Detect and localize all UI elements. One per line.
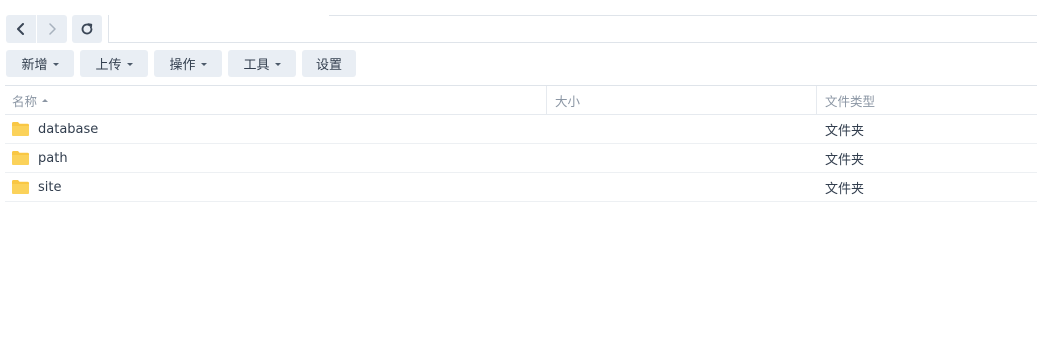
folder-icon: [12, 122, 29, 136]
row-type-cell: 文件夹: [825, 123, 865, 139]
folder-icon: [12, 180, 29, 194]
action-button[interactable]: 操作: [154, 50, 222, 77]
path-bar-mask: [109, 14, 329, 16]
row-name-label: site: [38, 179, 62, 195]
column-header-size-label: 大小: [555, 93, 581, 109]
column-header-name-label: 名称: [12, 93, 38, 109]
table-row[interactable]: database 文件夹: [5, 115, 1037, 144]
path-input[interactable]: [108, 15, 1037, 43]
refresh-button[interactable]: [72, 15, 102, 43]
row-name-label: database: [38, 121, 99, 137]
row-size-cell: [546, 115, 816, 143]
table-row[interactable]: site 文件夹: [5, 173, 1037, 202]
toolbar: 新增 上传 操作 工具 设置: [6, 50, 362, 77]
caret-down-icon: [52, 62, 59, 66]
column-header-size[interactable]: 大小: [546, 86, 816, 114]
row-name-label: path: [38, 150, 68, 166]
new-button[interactable]: 新增: [6, 50, 74, 77]
file-list-header: 名称 大小 文件类型: [5, 85, 1037, 115]
upload-button[interactable]: 上传: [80, 50, 148, 77]
column-header-name[interactable]: 名称: [5, 86, 546, 114]
row-type-cell: 文件夹: [825, 181, 865, 197]
row-size-cell: [546, 144, 816, 172]
caret-down-icon: [126, 62, 133, 66]
row-name-cell: site: [5, 173, 546, 201]
new-button-label: 新增: [21, 58, 48, 73]
upload-button-label: 上传: [95, 58, 122, 73]
row-size-cell: [546, 173, 816, 201]
sort-ascending-icon: [42, 98, 49, 102]
table-row[interactable]: path 文件夹: [5, 144, 1037, 173]
tools-button[interactable]: 工具: [228, 50, 296, 77]
tools-button-label: 工具: [243, 58, 270, 73]
row-name-cell: path: [5, 144, 546, 172]
folder-icon: [12, 151, 29, 165]
caret-down-icon: [200, 62, 207, 66]
column-header-type[interactable]: 文件类型: [816, 86, 1037, 114]
chevron-right-icon: [49, 23, 56, 35]
chevron-left-icon: [17, 23, 24, 35]
navigation-bar: [6, 15, 102, 43]
caret-down-icon: [274, 62, 281, 66]
forward-button[interactable]: [37, 15, 67, 43]
settings-button[interactable]: 设置: [302, 50, 356, 77]
back-button[interactable]: [6, 15, 36, 43]
settings-button-label: 设置: [315, 58, 342, 73]
column-header-type-label: 文件类型: [825, 93, 876, 109]
refresh-icon: [81, 23, 93, 35]
action-button-label: 操作: [169, 58, 196, 73]
file-list: 名称 大小 文件类型 database 文件夹 path 文件夹 site 文件…: [5, 85, 1037, 202]
row-type-cell: 文件夹: [825, 152, 865, 168]
row-name-cell: database: [5, 115, 546, 143]
